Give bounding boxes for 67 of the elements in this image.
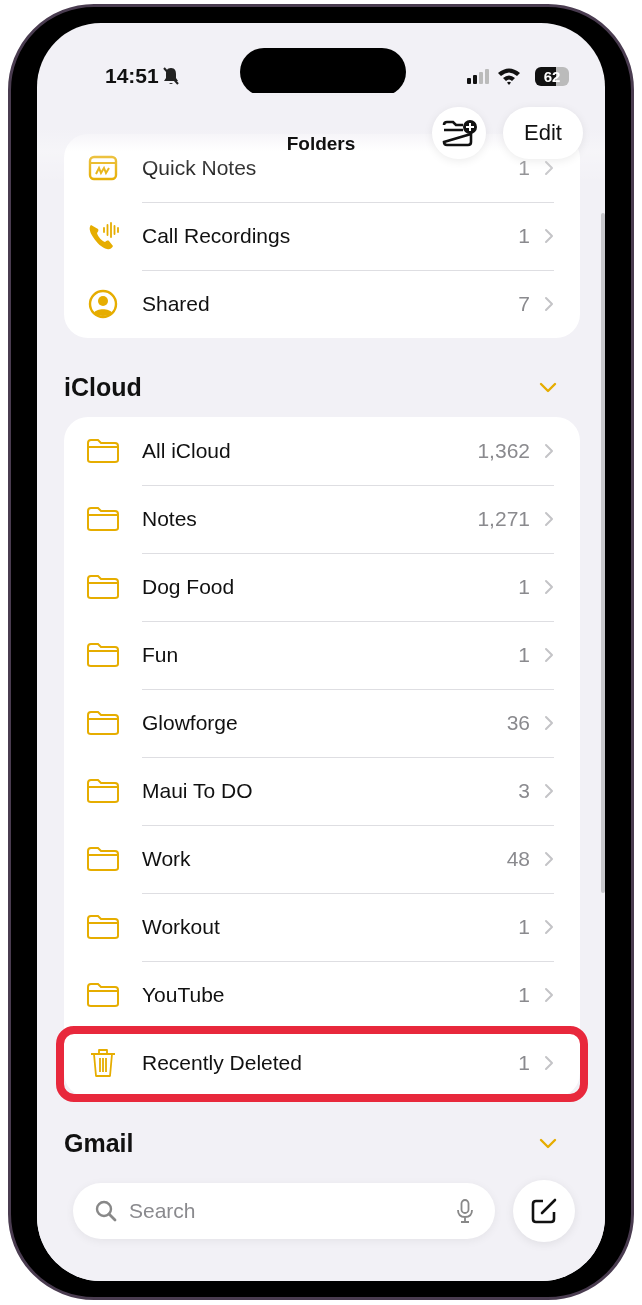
- square-pencil-icon: [529, 1196, 559, 1226]
- folder-plus-icon: [441, 119, 477, 147]
- search-bar[interactable]: Search: [73, 1183, 495, 1239]
- section-title: Gmail: [64, 1128, 134, 1158]
- note-count: 48: [506, 846, 530, 871]
- folder-name[interactable]: Notes: [142, 506, 478, 531]
- chevron-right-icon: [544, 986, 554, 1003]
- folder-name[interactable]: Call Recordings: [142, 223, 519, 248]
- folder-name[interactable]: Shared: [142, 292, 519, 316]
- chevron-down-icon[interactable]: [539, 1137, 557, 1149]
- chevron-right-icon: [544, 510, 554, 527]
- chevron-right-icon: [544, 918, 554, 935]
- section-title: iCloud: [64, 372, 142, 402]
- folder-icon: [86, 914, 120, 940]
- folder-icon: [86, 642, 120, 668]
- chevron-right-icon: [544, 1055, 554, 1071]
- phone-waveform-icon: [87, 221, 119, 251]
- folder-name[interactable]: Workout: [142, 914, 519, 939]
- chevron-right-icon: [544, 850, 554, 867]
- search-field[interactable]: Search: [127, 1198, 447, 1224]
- note-count: 36: [506, 710, 530, 735]
- folder-icon: [86, 982, 120, 1008]
- note-count: 1,362: [477, 438, 530, 463]
- chevron-right-icon: [544, 782, 554, 799]
- note-count: 7: [518, 292, 530, 316]
- person-circle-icon: [88, 289, 118, 319]
- folder-icon: [86, 574, 120, 600]
- chevron-right-icon: [544, 578, 554, 595]
- bell-slash-icon: [161, 66, 180, 86]
- chevron-right-icon: [544, 714, 554, 731]
- folder-name[interactable]: Recently Deleted: [142, 1051, 519, 1075]
- folder-name[interactable]: Glowforge: [142, 710, 507, 735]
- note-count: 1: [518, 223, 530, 248]
- note-count: 1: [518, 642, 530, 667]
- search-icon: [95, 1200, 117, 1222]
- folder-name[interactable]: YouTube: [142, 982, 519, 1007]
- folder-name[interactable]: Work: [142, 846, 507, 871]
- microphone-icon[interactable]: [457, 1199, 473, 1223]
- folder-name[interactable]: Maui To DO: [142, 778, 519, 803]
- chevron-right-icon: [544, 442, 554, 459]
- screen-title: Folders: [286, 133, 356, 155]
- status-time: 14:51: [105, 64, 159, 88]
- note-count: 1: [518, 914, 530, 939]
- chevron-right-icon: [544, 646, 554, 663]
- note-count: 1: [518, 1051, 530, 1075]
- chevron-right-icon: [544, 227, 554, 244]
- note-count: 1: [518, 574, 530, 599]
- chevron-right-icon: [544, 159, 554, 176]
- signal-icon: [467, 68, 491, 84]
- chevron-right-icon: [544, 296, 554, 312]
- wifi-icon: [497, 67, 521, 85]
- note-count: 3: [518, 778, 530, 803]
- edit-button[interactable]: Edit: [503, 107, 583, 159]
- folder-icon: [86, 710, 120, 736]
- folder-icon: [86, 846, 120, 872]
- folder-icon: [86, 778, 120, 804]
- folder-icon: [86, 438, 120, 464]
- note-scribble-icon: [88, 154, 118, 182]
- note-count: 1,271: [477, 506, 530, 531]
- new-folder-button[interactable]: [432, 107, 486, 159]
- folder-name[interactable]: All iCloud: [142, 438, 478, 463]
- folder-name[interactable]: Fun: [142, 642, 519, 667]
- chevron-down-icon[interactable]: [539, 381, 557, 393]
- trash-icon: [89, 1047, 117, 1079]
- folder-icon: [86, 506, 120, 532]
- note-count: 1: [518, 982, 530, 1007]
- folder-name[interactable]: Dog Food: [142, 574, 519, 599]
